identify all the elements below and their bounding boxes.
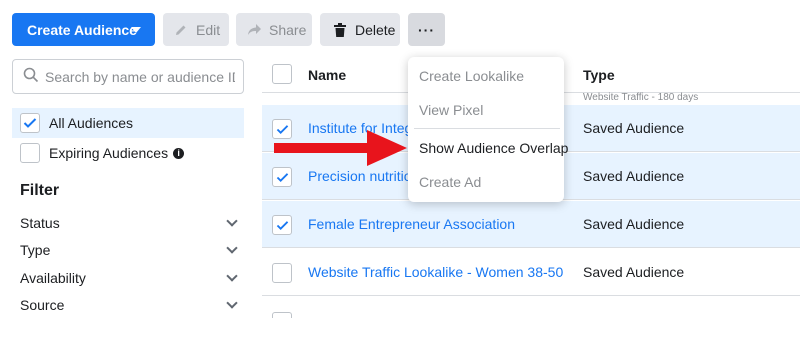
type-subtitle: Website Traffic - 180 days [583, 92, 699, 103]
select-all-checkbox[interactable] [272, 64, 292, 84]
checkmark-icon [23, 118, 37, 128]
audience-type: Saved Audience [583, 216, 685, 232]
audience-name-link[interactable]: Precision nutrition [308, 168, 419, 184]
expiring-audiences-checkbox[interactable] [20, 143, 40, 163]
filter-source[interactable]: Source [20, 295, 240, 315]
table-row[interactable]: Female Entrepreneur Association Saved Au… [262, 201, 800, 248]
chevron-down-icon [226, 242, 238, 254]
chevron-down-icon [226, 297, 238, 309]
audience-name-link[interactable]: Female Entrepreneur Association [308, 216, 515, 232]
row-checkbox[interactable] [272, 167, 292, 187]
audience-name-link[interactable]: Website Traffic Lookalike - Women 38-50 [308, 264, 563, 280]
filter-label: Availability [20, 270, 86, 286]
menu-item-show-audience-overlap[interactable]: Show Audience Overlap [408, 131, 568, 165]
menu-item-create-lookalike[interactable]: Create Lookalike [408, 59, 564, 93]
more-options-button[interactable]: ··· [408, 13, 445, 46]
delete-label: Delete [355, 21, 396, 38]
menu-item-view-pixel[interactable]: View Pixel [408, 93, 564, 127]
info-icon[interactable]: i [173, 147, 185, 159]
ellipsis-icon: ··· [418, 21, 435, 38]
table-row[interactable]: Website Traffic Lookalike - Women 38-50 … [262, 249, 800, 296]
menu-item-create-ad[interactable]: Create Ad [408, 165, 564, 199]
create-audience-button[interactable]: Create Audience [12, 13, 155, 46]
search-field[interactable] [12, 59, 244, 94]
table-row [262, 310, 800, 348]
filter-title: Filter [20, 182, 60, 199]
create-audience-label: Create Audience [27, 21, 137, 38]
menu-divider [414, 128, 560, 129]
delete-button[interactable]: Delete [320, 13, 400, 46]
name-column-header[interactable]: Name [308, 67, 346, 83]
trash-icon [332, 22, 348, 38]
chevron-down-icon [226, 215, 238, 227]
type-column-header[interactable]: Type [583, 67, 615, 83]
audience-type: Saved Audience [583, 264, 685, 280]
pencil-icon [173, 22, 189, 38]
search-input[interactable] [45, 68, 235, 85]
checkmark-icon [276, 172, 288, 182]
more-options-menu: Create Lookalike View Pixel Show Audienc… [408, 57, 568, 202]
all-audiences-option[interactable]: All Audiences [12, 108, 244, 138]
share-arrow-icon [246, 22, 262, 38]
expiring-audiences-option[interactable]: Expiring Audiences i [12, 138, 244, 168]
all-audiences-checkbox[interactable] [20, 113, 40, 133]
share-label: Share [269, 21, 307, 38]
audience-type: Saved Audience [583, 120, 685, 136]
filter-label: Type [20, 242, 51, 258]
red-arrow-icon [274, 130, 407, 166]
filter-status[interactable]: Status [20, 213, 240, 233]
filter-label: Status [20, 215, 60, 231]
search-icon [23, 67, 39, 86]
filter-type[interactable]: Type [20, 240, 240, 260]
chevron-down-icon [226, 270, 238, 282]
edit-button[interactable]: Edit [163, 13, 229, 46]
row-checkbox[interactable] [272, 215, 292, 235]
all-audiences-label: All Audiences [49, 115, 134, 131]
expiring-audiences-label: Expiring Audiences [49, 145, 169, 161]
row-checkbox[interactable] [272, 312, 292, 318]
caret-down-icon[interactable] [131, 27, 141, 33]
row-checkbox[interactable] [272, 263, 292, 283]
filter-label: Source [20, 297, 65, 313]
filter-availability[interactable]: Availability [20, 268, 240, 288]
edit-label: Edit [196, 21, 221, 38]
share-button[interactable]: Share [236, 13, 312, 46]
audience-type: Saved Audience [583, 168, 685, 184]
checkmark-icon [276, 220, 288, 230]
